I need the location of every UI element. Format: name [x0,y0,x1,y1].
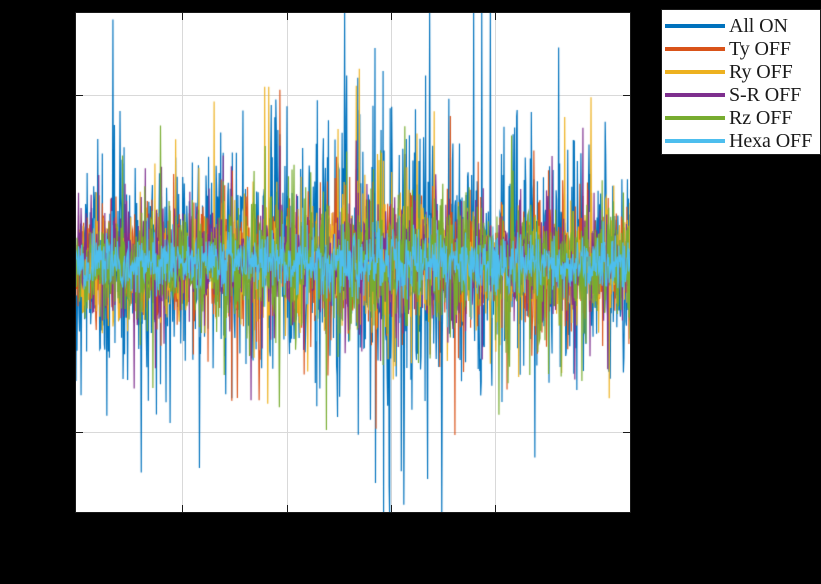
legend-item-label: Ry OFF [729,60,793,83]
y-axis-tick [76,94,83,96]
legend[interactable]: All ON Ty OFF Ry OFF S-R OFF Rz OFF Hexa OFF [661,9,821,155]
x-axis-tick [286,13,288,20]
y-axis-tick [76,431,83,433]
x-axis-tick [286,505,288,512]
x-axis-tick [390,13,392,20]
legend-item-ry-off[interactable]: Ry OFF [662,60,820,83]
legend-line-sample-icon [665,23,725,28]
legend-item-s-r-off[interactable]: S-R OFF [662,83,820,106]
legend-line-sample-icon [665,46,725,51]
legend-item-hexa-off[interactable]: Hexa OFF [662,129,820,152]
legend-item-label: All ON [729,14,788,37]
legend-item-rz-off[interactable]: Rz OFF [662,106,820,129]
legend-item-ty-off[interactable]: Ty OFF [662,37,820,60]
legend-item-label: Rz OFF [729,106,793,129]
x-axis-tick [494,13,496,20]
legend-item-label: Hexa OFF [729,129,813,152]
x-axis-tick [181,505,183,512]
x-axis-tick [390,505,392,512]
legend-line-sample-icon [665,69,725,74]
figure-canvas: All ON Ty OFF Ry OFF S-R OFF Rz OFF Hexa OFF [0,0,821,584]
y-axis-tick [623,431,630,433]
y-axis-tick [623,94,630,96]
x-axis-tick [494,505,496,512]
legend-line-sample-icon [665,138,725,143]
legend-item-label: Ty OFF [729,37,791,60]
legend-item-all-on[interactable]: All ON [662,14,820,37]
plot-axes [75,12,631,513]
x-axis-tick [181,13,183,20]
legend-line-sample-icon [665,115,725,120]
axis-tick-marks [76,13,630,512]
legend-item-label: S-R OFF [729,83,802,106]
plot-clip-region [76,13,630,512]
legend-line-sample-icon [665,92,725,97]
